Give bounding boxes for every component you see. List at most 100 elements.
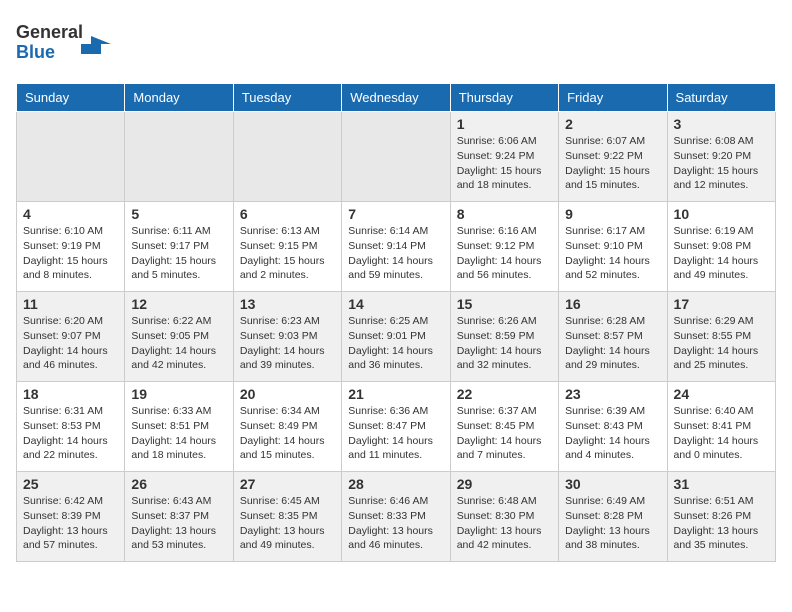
calendar-week-row: 11Sunrise: 6:20 AMSunset: 9:07 PMDayligh… [17, 292, 776, 382]
day-number: 28 [348, 476, 443, 492]
calendar-cell: 18 Sunrise: 6:31 AMSunset: 8:53 PMDayligh… [17, 382, 125, 472]
day-of-week-header: Thursday [450, 84, 558, 112]
calendar-cell: 1 Sunrise: 6:06 AMSunset: 9:24 PMDaylight… [450, 112, 558, 202]
day-info: Sunrise: 6:08 AMSunset: 9:20 PMDaylight:… [674, 134, 769, 193]
day-number: 19 [131, 386, 226, 402]
calendar-cell: 24Sunrise: 6:40 AMSunset: 8:41 PMDayligh… [667, 382, 775, 472]
day-number: 16 [565, 296, 660, 312]
calendar-week-row: 1 Sunrise: 6:06 AMSunset: 9:24 PMDaylight… [17, 112, 776, 202]
calendar-cell: 14Sunrise: 6:25 AMSunset: 9:01 PMDayligh… [342, 292, 450, 382]
day-info: Sunrise: 6:29 AMSunset: 8:55 PMDaylight:… [674, 314, 769, 373]
calendar-cell: 21 Sunrise: 6:36 AMSunset: 8:47 PMDayligh… [342, 382, 450, 472]
calendar-cell: 28 Sunrise: 6:46 AMSunset: 8:33 PMDayligh… [342, 472, 450, 562]
calendar-cell: 31Sunrise: 6:51 AMSunset: 8:26 PMDayligh… [667, 472, 775, 562]
day-info: Sunrise: 6:13 AMSunset: 9:15 PMDaylight:… [240, 224, 335, 283]
day-info: Sunrise: 6:48 AMSunset: 8:30 PMDaylight:… [457, 494, 552, 553]
day-number: 20 [240, 386, 335, 402]
day-number: 25 [23, 476, 118, 492]
calendar-cell: 7Sunrise: 6:14 AMSunset: 9:14 PMDaylight… [342, 202, 450, 292]
day-number: 9 [565, 206, 660, 222]
calendar-cell: 27 Sunrise: 6:45 AMSunset: 8:35 PMDayligh… [233, 472, 341, 562]
day-number: 27 [240, 476, 335, 492]
calendar-cell: 17 Sunrise: 6:29 AMSunset: 8:55 PMDayligh… [667, 292, 775, 382]
day-number: 18 [23, 386, 118, 402]
calendar-cell: 20 Sunrise: 6:34 AMSunset: 8:49 PMDayligh… [233, 382, 341, 472]
logo-text: General Blue [16, 16, 126, 71]
day-number: 24 [674, 386, 769, 402]
day-info: Sunrise: 6:26 AMSunset: 8:59 PMDaylight:… [457, 314, 552, 373]
logo: General Blue [16, 16, 126, 71]
calendar-week-row: 4 Sunrise: 6:10 AMSunset: 9:19 PMDaylight… [17, 202, 776, 292]
day-info: Sunrise: 6:33 AMSunset: 8:51 PMDaylight:… [131, 404, 226, 463]
day-number: 12 [131, 296, 226, 312]
day-info: Sunrise: 6:42 AMSunset: 8:39 PMDaylight:… [23, 494, 118, 553]
svg-text:Blue: Blue [16, 42, 55, 62]
calendar-week-row: 18 Sunrise: 6:31 AMSunset: 8:53 PMDayligh… [17, 382, 776, 472]
day-info: Sunrise: 6:07 AMSunset: 9:22 PMDaylight:… [565, 134, 660, 193]
calendar-cell: 4 Sunrise: 6:10 AMSunset: 9:19 PMDaylight… [17, 202, 125, 292]
calendar-cell [233, 112, 341, 202]
day-number: 1 [457, 116, 552, 132]
calendar-cell: 19 Sunrise: 6:33 AMSunset: 8:51 PMDayligh… [125, 382, 233, 472]
day-number: 23 [565, 386, 660, 402]
day-info: Sunrise: 6:20 AMSunset: 9:07 PMDaylight:… [23, 314, 118, 373]
day-of-week-header: Sunday [17, 84, 125, 112]
calendar-cell: 25 Sunrise: 6:42 AMSunset: 8:39 PMDayligh… [17, 472, 125, 562]
day-of-week-header: Saturday [667, 84, 775, 112]
day-info: Sunrise: 6:43 AMSunset: 8:37 PMDaylight:… [131, 494, 226, 553]
calendar-cell: 6 Sunrise: 6:13 AMSunset: 9:15 PMDaylight… [233, 202, 341, 292]
day-info: Sunrise: 6:17 AMSunset: 9:10 PMDaylight:… [565, 224, 660, 283]
day-info: Sunrise: 6:10 AMSunset: 9:19 PMDaylight:… [23, 224, 118, 283]
logo-general: General Blue [16, 53, 126, 70]
day-of-week-header: Wednesday [342, 84, 450, 112]
day-info: Sunrise: 6:46 AMSunset: 8:33 PMDaylight:… [348, 494, 443, 553]
day-number: 13 [240, 296, 335, 312]
calendar-table: SundayMondayTuesdayWednesdayThursdayFrid… [16, 83, 776, 562]
day-info: Sunrise: 6:19 AMSunset: 9:08 PMDaylight:… [674, 224, 769, 283]
svg-text:General: General [16, 22, 83, 42]
day-info: Sunrise: 6:39 AMSunset: 8:43 PMDaylight:… [565, 404, 660, 463]
page-header: General Blue [16, 16, 776, 71]
calendar-cell: 15 Sunrise: 6:26 AMSunset: 8:59 PMDayligh… [450, 292, 558, 382]
calendar-cell: 9 Sunrise: 6:17 AMSunset: 9:10 PMDaylight… [559, 202, 667, 292]
day-info: Sunrise: 6:31 AMSunset: 8:53 PMDaylight:… [23, 404, 118, 463]
calendar-cell: 13Sunrise: 6:23 AMSunset: 9:03 PMDayligh… [233, 292, 341, 382]
calendar-cell: 10Sunrise: 6:19 AMSunset: 9:08 PMDayligh… [667, 202, 775, 292]
day-number: 15 [457, 296, 552, 312]
day-info: Sunrise: 6:22 AMSunset: 9:05 PMDaylight:… [131, 314, 226, 373]
calendar-week-row: 25 Sunrise: 6:42 AMSunset: 8:39 PMDayligh… [17, 472, 776, 562]
calendar-cell: 11Sunrise: 6:20 AMSunset: 9:07 PMDayligh… [17, 292, 125, 382]
calendar-cell [125, 112, 233, 202]
day-number: 3 [674, 116, 769, 132]
day-info: Sunrise: 6:49 AMSunset: 8:28 PMDaylight:… [565, 494, 660, 553]
day-number: 14 [348, 296, 443, 312]
day-info: Sunrise: 6:28 AMSunset: 8:57 PMDaylight:… [565, 314, 660, 373]
day-number: 6 [240, 206, 335, 222]
day-number: 5 [131, 206, 226, 222]
day-info: Sunrise: 6:06 AMSunset: 9:24 PMDaylight:… [457, 134, 552, 193]
calendar-cell: 8 Sunrise: 6:16 AMSunset: 9:12 PMDaylight… [450, 202, 558, 292]
day-info: Sunrise: 6:16 AMSunset: 9:12 PMDaylight:… [457, 224, 552, 283]
calendar-cell: 16 Sunrise: 6:28 AMSunset: 8:57 PMDayligh… [559, 292, 667, 382]
calendar-cell: 2 Sunrise: 6:07 AMSunset: 9:22 PMDaylight… [559, 112, 667, 202]
day-info: Sunrise: 6:34 AMSunset: 8:49 PMDaylight:… [240, 404, 335, 463]
day-number: 7 [348, 206, 443, 222]
calendar-cell: 12 Sunrise: 6:22 AMSunset: 9:05 PMDayligh… [125, 292, 233, 382]
day-number: 26 [131, 476, 226, 492]
day-number: 31 [674, 476, 769, 492]
calendar-cell: 23 Sunrise: 6:39 AMSunset: 8:43 PMDayligh… [559, 382, 667, 472]
day-info: Sunrise: 6:36 AMSunset: 8:47 PMDaylight:… [348, 404, 443, 463]
calendar-cell [17, 112, 125, 202]
day-number: 2 [565, 116, 660, 132]
day-of-week-header: Monday [125, 84, 233, 112]
calendar-cell: 22Sunrise: 6:37 AMSunset: 8:45 PMDayligh… [450, 382, 558, 472]
day-number: 17 [674, 296, 769, 312]
day-info: Sunrise: 6:11 AMSunset: 9:17 PMDaylight:… [131, 224, 226, 283]
calendar-cell: 5 Sunrise: 6:11 AMSunset: 9:17 PMDaylight… [125, 202, 233, 292]
day-number: 8 [457, 206, 552, 222]
day-info: Sunrise: 6:45 AMSunset: 8:35 PMDaylight:… [240, 494, 335, 553]
calendar-cell: 29Sunrise: 6:48 AMSunset: 8:30 PMDayligh… [450, 472, 558, 562]
day-number: 4 [23, 206, 118, 222]
day-number: 21 [348, 386, 443, 402]
day-of-week-header: Tuesday [233, 84, 341, 112]
